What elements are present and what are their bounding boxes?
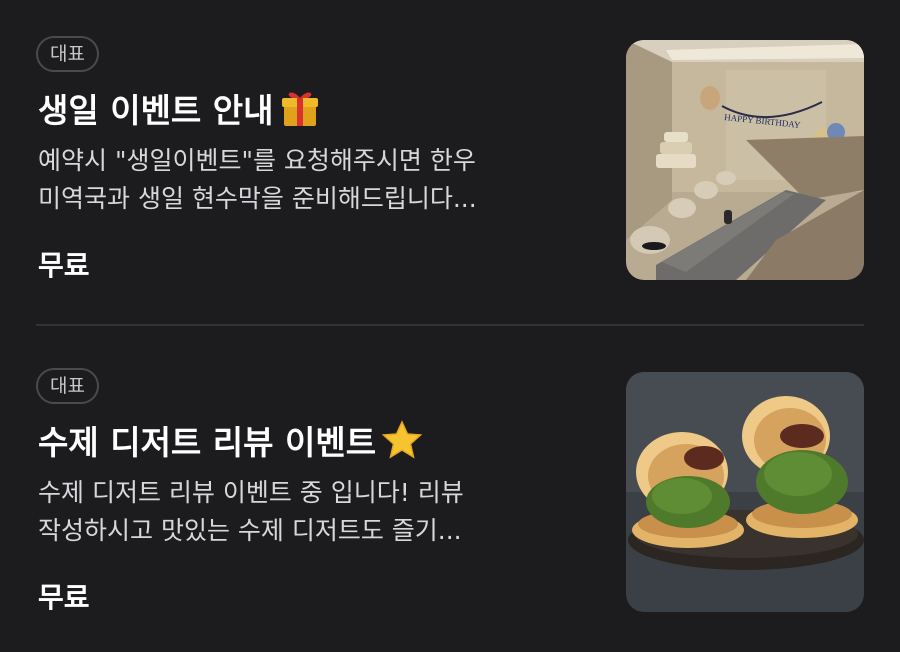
- list-divider: [36, 324, 864, 326]
- event-title: 수제 디저트 리뷰 이벤트: [38, 416, 424, 464]
- event-description: 예약시 "생일이벤트"를 요청해주시면 한우 미역국과 생일 현수막을 준비해드…: [38, 146, 477, 213]
- representative-badge: 대표: [36, 368, 99, 404]
- event-price: 무료: [38, 249, 90, 282]
- event-list-item-birthday[interactable]: 대표 생일 이벤트 안내 예약시 "생일이벤트"를 요청해주시면 한우 미역국과…: [36, 36, 864, 282]
- matcha-dessert-photo[interactable]: [626, 372, 864, 612]
- star-icon: [380, 418, 424, 462]
- event-list-item-dessert-review[interactable]: 대표 수제 디저트 리뷰 이벤트 수제 디저트 리뷰 이벤트 중 입니다! 리뷰…: [36, 368, 864, 614]
- birthday-room-photo[interactable]: HAPPY BIRTHDAY: [626, 40, 864, 280]
- event-title: 생일 이벤트 안내: [38, 84, 322, 132]
- representative-badge: 대표: [36, 36, 99, 72]
- gift-icon: [278, 86, 322, 130]
- event-title-text: 생일 이벤트 안내: [38, 91, 274, 130]
- event-title-text: 수제 디저트 리뷰 이벤트: [38, 423, 377, 462]
- event-price: 무료: [38, 581, 90, 614]
- event-description: 수제 디저트 리뷰 이벤트 중 입니다! 리뷰 작성하시고 맛있는 수제 디저트…: [38, 478, 464, 545]
